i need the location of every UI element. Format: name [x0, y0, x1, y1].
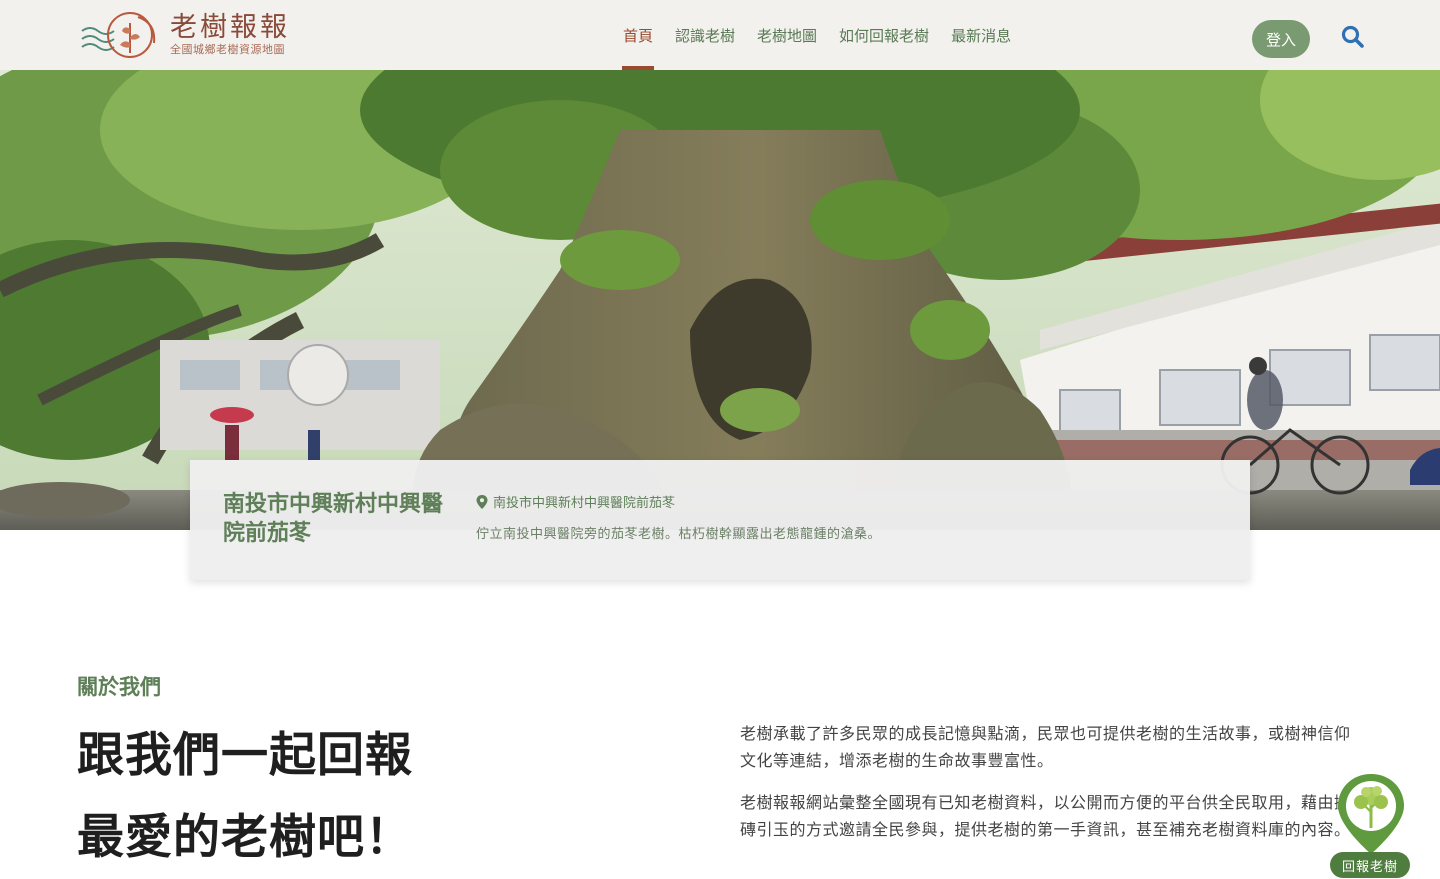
about-paragraph-2: 老樹報報網站彙整全國現有已知老樹資料，以公開而方便的平台供全民取用，藉由拋磚引玉… — [740, 793, 1351, 839]
nav-tree-map[interactable]: 老樹地圖 — [746, 0, 828, 70]
nav-how-to-report[interactable]: 如何回報老樹 — [828, 0, 940, 70]
search-icon[interactable] — [1340, 24, 1366, 50]
site-header: 老樹報報 全國城鄉老樹資源地圖 首頁 認識老樹 老樹地圖 如何回報老樹 最新消息… — [0, 0, 1440, 70]
featured-tree-title[interactable]: 南投市中興新村中興醫院前茄苳 — [223, 490, 463, 548]
about-section-label: 關於我們 — [77, 675, 161, 699]
site-logo[interactable]: 老樹報報 全國城鄉老樹資源地圖 — [80, 8, 310, 62]
nav-about-trees[interactable]: 認識老樹 — [664, 0, 746, 70]
nav-home[interactable]: 首頁 — [612, 0, 664, 70]
featured-tree-card[interactable]: 南投市中興新村中興醫院前茄苳 南投市中興新村中興醫院前茄苳 佇立南投中興醫院旁的… — [190, 460, 1250, 580]
tree-pin-icon — [1338, 774, 1404, 854]
featured-tree-location: 南投市中興新村中興醫院前茄苳 — [476, 492, 675, 511]
report-tree-fab[interactable]: 回報老樹 — [1330, 772, 1412, 879]
about-description: 老樹承載了許多民眾的成長記憶與點滴，民眾也可提供老樹的生活故事，或樹神信仰文化等… — [740, 720, 1365, 858]
tree-logo-icon — [81, 12, 156, 58]
featured-tree-location-text: 南投市中興新村中興醫院前茄苳 — [493, 496, 676, 511]
main-nav: 首頁 認識老樹 老樹地圖 如何回報老樹 最新消息 — [612, 0, 1022, 70]
logo-title: 老樹報報 — [170, 12, 290, 43]
featured-tree-description: 佇立南投中興醫院旁的茄苳老樹。枯朽樹幹顯露出老態龍鍾的滄桑。 — [476, 527, 882, 542]
logo-text: 老樹報報 全國城鄉老樹資源地圖 — [170, 13, 290, 57]
about-heading-line-2: 最愛的老樹吧！ — [77, 810, 413, 865]
about-heading-line-1: 跟我們一起回報 — [77, 728, 413, 783]
about-paragraph-1: 老樹承載了許多民眾的成長記憶與點滴，民眾也可提供老樹的生活故事，或樹神信仰文化等… — [740, 724, 1351, 770]
login-button[interactable]: 登入 — [1252, 20, 1310, 58]
logo-subtitle: 全國城鄉老樹資源地圖 — [170, 43, 285, 56]
nav-news[interactable]: 最新消息 — [940, 0, 1022, 70]
report-tree-label[interactable]: 回報老樹 — [1330, 852, 1410, 878]
map-pin-icon — [476, 494, 488, 509]
about-heading: 跟我們一起回報 最愛的老樹吧！ — [77, 715, 413, 879]
